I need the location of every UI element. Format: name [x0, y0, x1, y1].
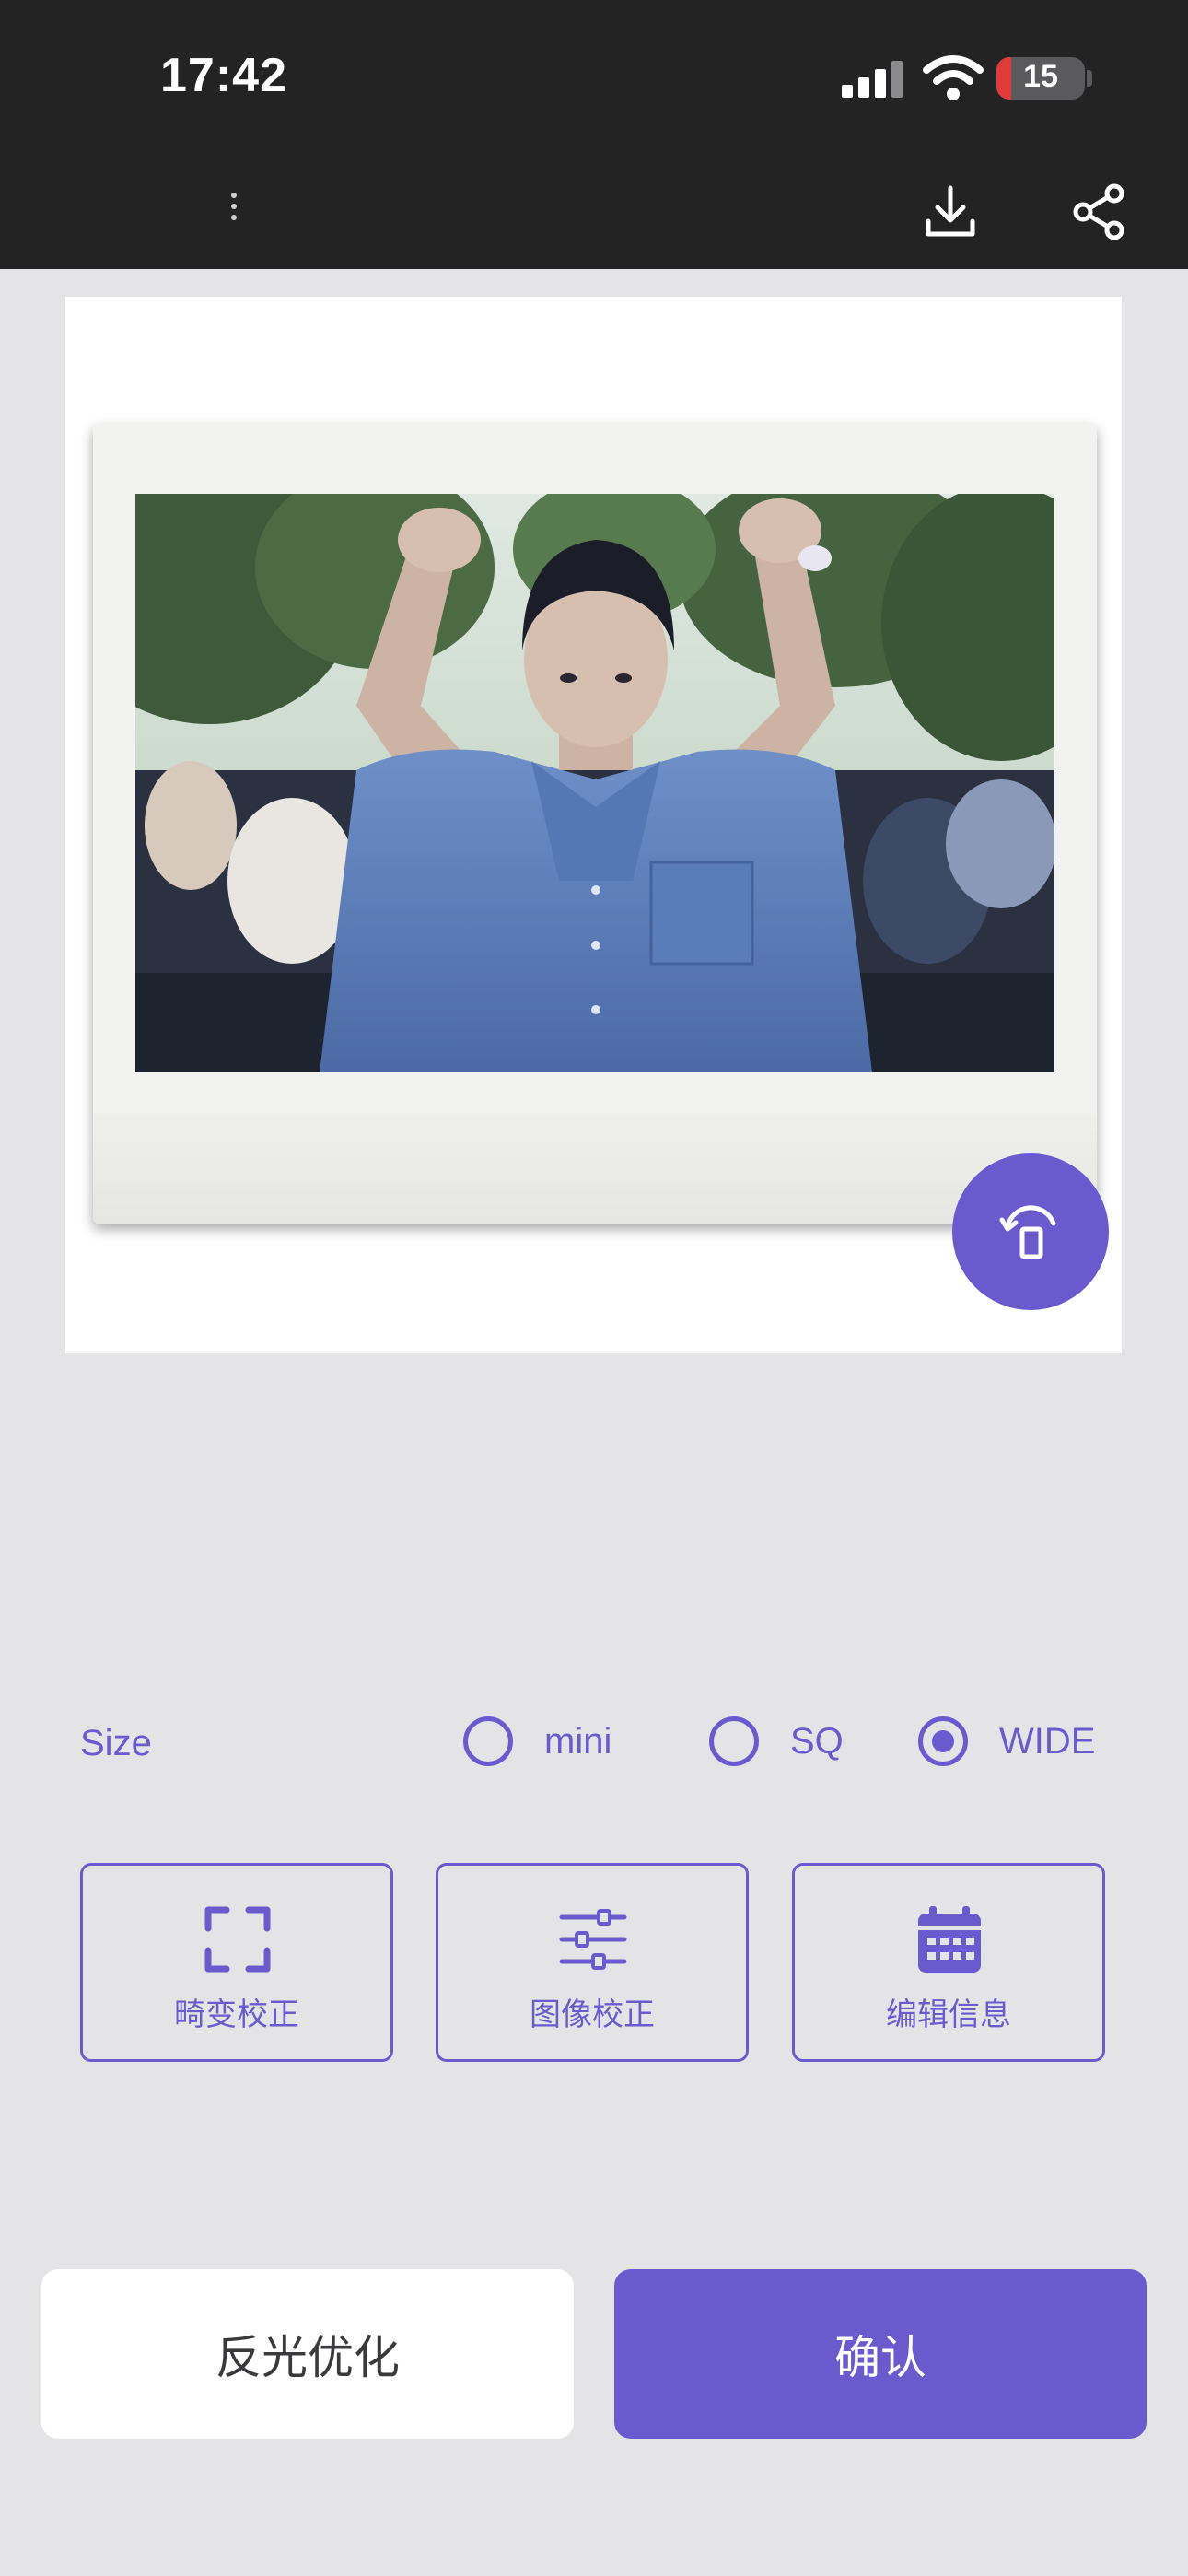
download-icon	[926, 185, 975, 237]
rotate-icon	[999, 1205, 1056, 1259]
status-bar: 17:42 15	[0, 0, 1188, 155]
more-vertical-icon[interactable]	[225, 182, 243, 238]
radio-icon	[709, 1716, 759, 1766]
size-label: Size	[80, 1723, 152, 1763]
edit-info-button[interactable]: 编辑信息	[792, 1863, 1105, 2062]
share-icon	[1073, 183, 1124, 240]
share-button[interactable]	[1061, 173, 1138, 251]
size-option-mini[interactable]: mini	[463, 1695, 611, 1787]
status-time: 17:42	[160, 49, 287, 102]
top-toolbar	[0, 155, 1188, 269]
confirm-button[interactable]: 确认	[614, 2269, 1147, 2439]
size-option-label: mini	[544, 1720, 612, 1762]
radio-checked-icon	[918, 1716, 968, 1766]
image-correction-button[interactable]: 图像校正	[436, 1863, 749, 2062]
photo-image	[135, 494, 1054, 1072]
sliders-icon	[559, 1909, 627, 1970]
size-option-label: SQ	[790, 1720, 844, 1762]
battery-level: 15	[1023, 59, 1058, 94]
calendar-icon	[918, 1906, 981, 1973]
wifi-icon	[923, 55, 984, 100]
tool-label: 编辑信息	[886, 1996, 1011, 2033]
distortion-frame-icon	[204, 1906, 271, 1973]
radio-icon	[463, 1716, 513, 1766]
battery-icon: 15	[996, 57, 1085, 100]
rotate-button[interactable]	[952, 1153, 1109, 1310]
distortion-correction-button[interactable]: 畸变校正	[80, 1863, 393, 2062]
tool-label: 图像校正	[530, 1996, 655, 2033]
reflection-optimize-button[interactable]: 反光优化	[41, 2269, 574, 2439]
tool-label: 畸变校正	[174, 1996, 299, 2033]
download-button[interactable]	[912, 173, 989, 251]
signal-icon	[842, 61, 903, 98]
size-option-label: WIDE	[999, 1720, 1096, 1762]
size-selector: Size mini SQ WIDE	[0, 1695, 1188, 1787]
size-option-wide[interactable]: WIDE	[918, 1695, 1095, 1787]
instax-wide-frame	[93, 424, 1097, 1224]
size-option-sq[interactable]: SQ	[709, 1695, 844, 1787]
